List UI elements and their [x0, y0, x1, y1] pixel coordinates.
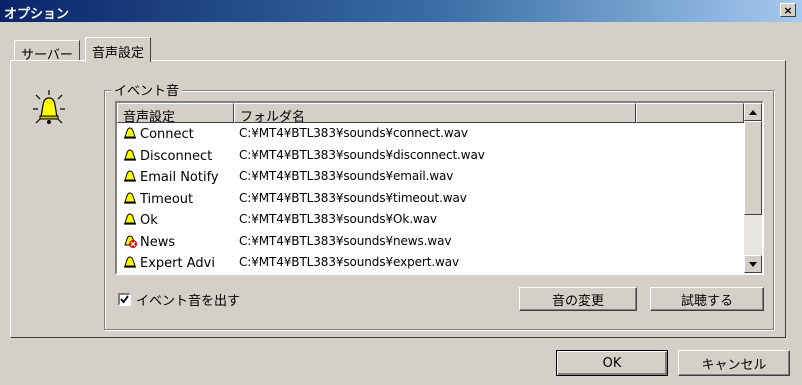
scroll-down-button[interactable]	[744, 255, 762, 273]
close-button[interactable]: ×	[780, 3, 796, 17]
ok-button[interactable]: OK	[556, 350, 668, 376]
list-item[interactable]: Email Notify C:¥MT4¥BTL383¥sounds¥email.…	[117, 166, 744, 188]
sound-file-path: C:¥MT4¥BTL383¥sounds¥disconnect.wav	[239, 147, 485, 162]
bell-icon	[124, 170, 136, 182]
tab-sound-settings[interactable]: 音声設定	[85, 37, 152, 62]
event-sound-checkbox-row[interactable]: イベント音を出す	[118, 290, 240, 309]
list-item[interactable]: News C:¥MT4¥BTL383¥sounds¥news.wav	[117, 231, 744, 253]
bell-icon	[124, 127, 136, 139]
sound-event-name: Timeout	[140, 191, 194, 207]
cancel-button[interactable]: キャンセル	[678, 350, 790, 376]
list-item[interactable]: Expert Advi C:¥MT4¥BTL383¥sounds¥expert.…	[117, 252, 744, 273]
bell-disabled-icon	[124, 234, 137, 248]
list-item[interactable]: Disconnect C:¥MT4¥BTL383¥sounds¥disconne…	[117, 145, 744, 167]
sound-event-name: Expert Advi	[140, 256, 215, 271]
list-rows: Connect C:¥MT4¥BTL383¥sounds¥connect.wav…	[117, 123, 744, 273]
event-sound-checkbox-label: イベント音を出す	[136, 294, 241, 309]
event-sound-checkbox[interactable]	[118, 293, 131, 306]
sound-event-name: News	[140, 234, 176, 250]
list-header: 音声設定 フォルダ名	[117, 103, 744, 125]
title-bar: オプション ×	[0, 0, 802, 22]
scrollbar-thumb[interactable]	[744, 121, 762, 215]
tab-server[interactable]: サーバー	[14, 40, 80, 63]
sound-file-path: C:¥MT4¥BTL383¥sounds¥connect.wav	[239, 126, 468, 140]
bell-icon	[33, 90, 65, 124]
checkmark-icon	[120, 295, 129, 304]
column-header-filler	[636, 103, 744, 123]
preview-sound-button[interactable]: 試聴する	[650, 287, 764, 311]
sound-event-name: Ok	[140, 213, 158, 228]
sound-file-path: C:¥MT4¥BTL383¥sounds¥timeout.wav	[239, 190, 467, 205]
arrow-up-icon	[749, 109, 757, 115]
list-item[interactable]: Timeout C:¥MT4¥BTL383¥sounds¥timeout.wav	[117, 188, 744, 210]
sound-list[interactable]: 音声設定 フォルダ名 Connect C:¥MT4¥BTL383¥sounds¥…	[115, 101, 764, 275]
sound-file-path: C:¥MT4¥BTL383¥sounds¥email.wav	[239, 169, 454, 183]
scroll-up-button[interactable]	[744, 103, 762, 121]
event-sound-legend: イベント音	[111, 80, 183, 99]
vertical-scrollbar[interactable]	[744, 103, 762, 273]
column-header-sound[interactable]: 音声設定	[117, 103, 234, 125]
bell-icon	[124, 213, 136, 225]
bell-icon	[124, 148, 136, 161]
sound-file-path: C:¥MT4¥BTL383¥sounds¥Ok.wav	[239, 212, 437, 226]
sound-event-name: Disconnect	[140, 148, 213, 164]
window-title: オプション	[4, 7, 70, 22]
arrow-down-icon	[749, 261, 757, 267]
sound-file-path: C:¥MT4¥BTL383¥sounds¥expert.wav	[239, 255, 460, 269]
sound-event-name: Email Notify	[140, 170, 219, 185]
list-item[interactable]: Connect C:¥MT4¥BTL383¥sounds¥connect.wav	[117, 123, 744, 145]
tab-sound-settings-label: 音声設定	[92, 46, 145, 61]
change-sound-button[interactable]: 音の変更	[519, 287, 637, 311]
sound-file-path: C:¥MT4¥BTL383¥sounds¥news.wav	[239, 233, 452, 248]
column-header-folder[interactable]: フォルダ名	[234, 103, 636, 125]
list-item[interactable]: Ok C:¥MT4¥BTL383¥sounds¥Ok.wav	[117, 209, 744, 231]
close-icon: ×	[783, 3, 793, 17]
bell-icon	[124, 191, 136, 204]
sound-event-name: Connect	[140, 127, 194, 142]
bell-icon	[124, 256, 136, 268]
